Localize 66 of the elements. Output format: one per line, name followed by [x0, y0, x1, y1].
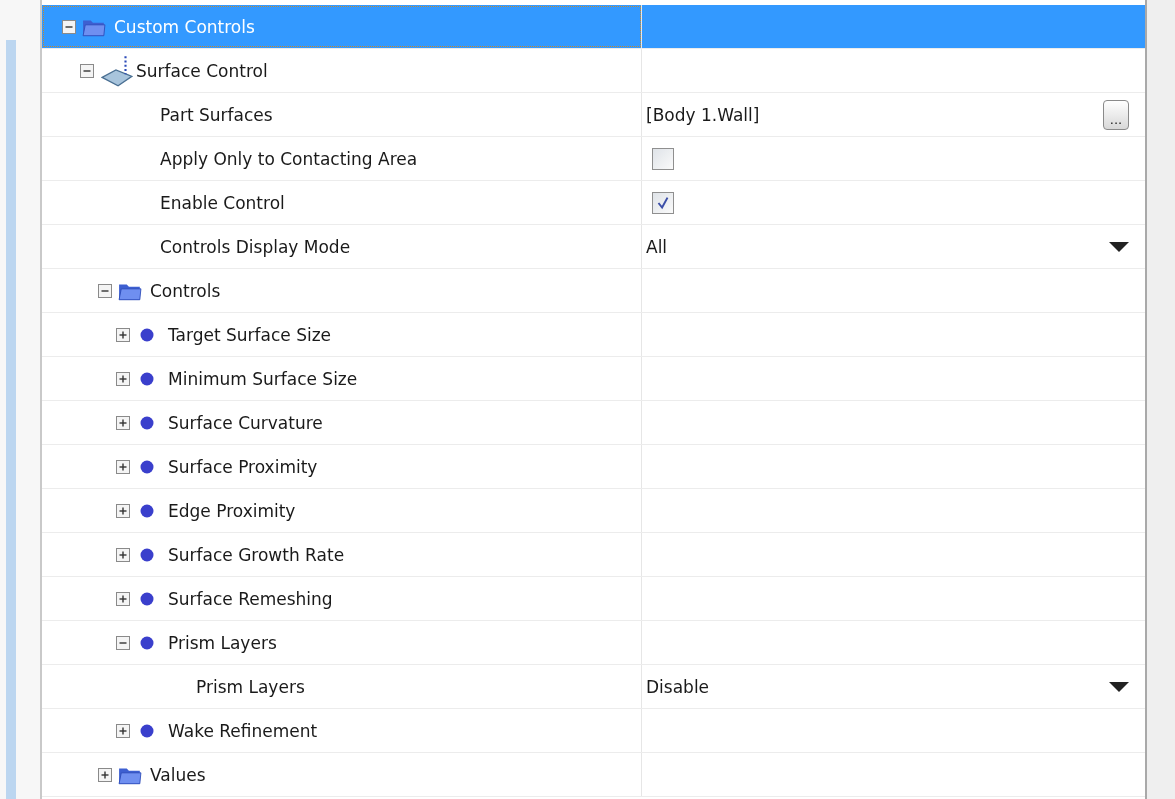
property-label: Custom Controls [114, 16, 255, 37]
tree-row[interactable]: Apply Only to Contacting Area [42, 137, 642, 180]
property-label: Prism Layers [196, 676, 305, 697]
tree-row[interactable]: Surface Proximity [42, 445, 642, 488]
checkbox[interactable] [652, 191, 674, 214]
surface-icon [100, 53, 134, 88]
property-label: Surface Curvature [168, 412, 323, 433]
tree-row[interactable]: Prism Layers [42, 665, 642, 708]
property-label: Part Surfaces [160, 104, 273, 125]
dropdown-caret-icon[interactable] [1109, 241, 1129, 252]
tree-row[interactable]: Prism Layers [42, 621, 642, 664]
property-label: Controls [150, 280, 221, 301]
browse-button[interactable]: ... [1103, 99, 1129, 130]
tree-row[interactable]: Controls Display Mode [42, 225, 642, 268]
dropdown-caret-icon[interactable] [1109, 681, 1129, 692]
property-label: Values [150, 764, 206, 785]
expand-icon[interactable] [116, 723, 130, 738]
expand-icon[interactable] [98, 767, 112, 782]
tree-row[interactable]: Target Surface Size [42, 313, 642, 356]
expand-icon[interactable] [116, 459, 130, 474]
property-label: Surface Proximity [168, 456, 318, 477]
property-label: Apply Only to Contacting Area [160, 148, 418, 169]
tree-row[interactable]: Surface Curvature [42, 401, 642, 444]
tree-row[interactable]: Part Surfaces [42, 93, 642, 136]
property-label: Surface Growth Rate [168, 544, 345, 565]
dot-icon [140, 371, 154, 386]
property-label: Edge Proximity [168, 500, 296, 521]
dot-icon [140, 327, 154, 342]
collapse-icon[interactable] [116, 635, 130, 650]
expand-icon[interactable] [116, 327, 130, 342]
property-label: Target Surface Size [168, 324, 332, 345]
property-value: [Body 1.Wall] [646, 104, 760, 125]
dot-icon [140, 547, 154, 562]
checkbox[interactable] [652, 147, 674, 170]
dropdown-value[interactable]: All [646, 236, 668, 257]
expand-icon[interactable] [116, 591, 130, 606]
dropdown-value[interactable]: Disable [646, 676, 710, 697]
tree-row[interactable]: Surface Growth Rate [42, 533, 642, 576]
dot-icon [140, 415, 154, 430]
expand-icon[interactable] [116, 371, 130, 386]
tree-row[interactable]: Controls [42, 269, 642, 312]
property-label: Surface Control [136, 60, 268, 81]
collapse-icon[interactable] [62, 19, 76, 34]
tree-row[interactable]: Values [42, 753, 642, 796]
expand-icon[interactable] [116, 415, 130, 430]
collapse-icon[interactable] [80, 63, 94, 78]
dot-icon [140, 503, 154, 518]
dot-icon [140, 459, 154, 474]
tree-row[interactable]: Minimum Surface Size [42, 357, 642, 400]
property-label: Prism Layers [168, 632, 277, 653]
property-label: Minimum Surface Size [168, 368, 358, 389]
dot-icon [140, 591, 154, 606]
expand-icon[interactable] [116, 547, 130, 562]
property-label: Wake Refinement [168, 720, 318, 741]
tree-row[interactable]: Surface Control [42, 49, 642, 92]
tree-row[interactable]: Wake Refinement [42, 709, 642, 752]
dot-icon [140, 723, 154, 738]
collapse-icon[interactable] [98, 283, 112, 298]
dot-icon [140, 635, 154, 650]
property-label: Surface Remeshing [168, 588, 333, 609]
expand-icon[interactable] [116, 503, 130, 518]
tree-row[interactable]: Surface Remeshing [42, 577, 642, 620]
tree-row[interactable]: Edge Proximity [42, 489, 642, 532]
tree-row[interactable]: Enable Control [42, 181, 642, 224]
property-label: Enable Control [160, 192, 285, 213]
property-label: Controls Display Mode [160, 236, 351, 257]
